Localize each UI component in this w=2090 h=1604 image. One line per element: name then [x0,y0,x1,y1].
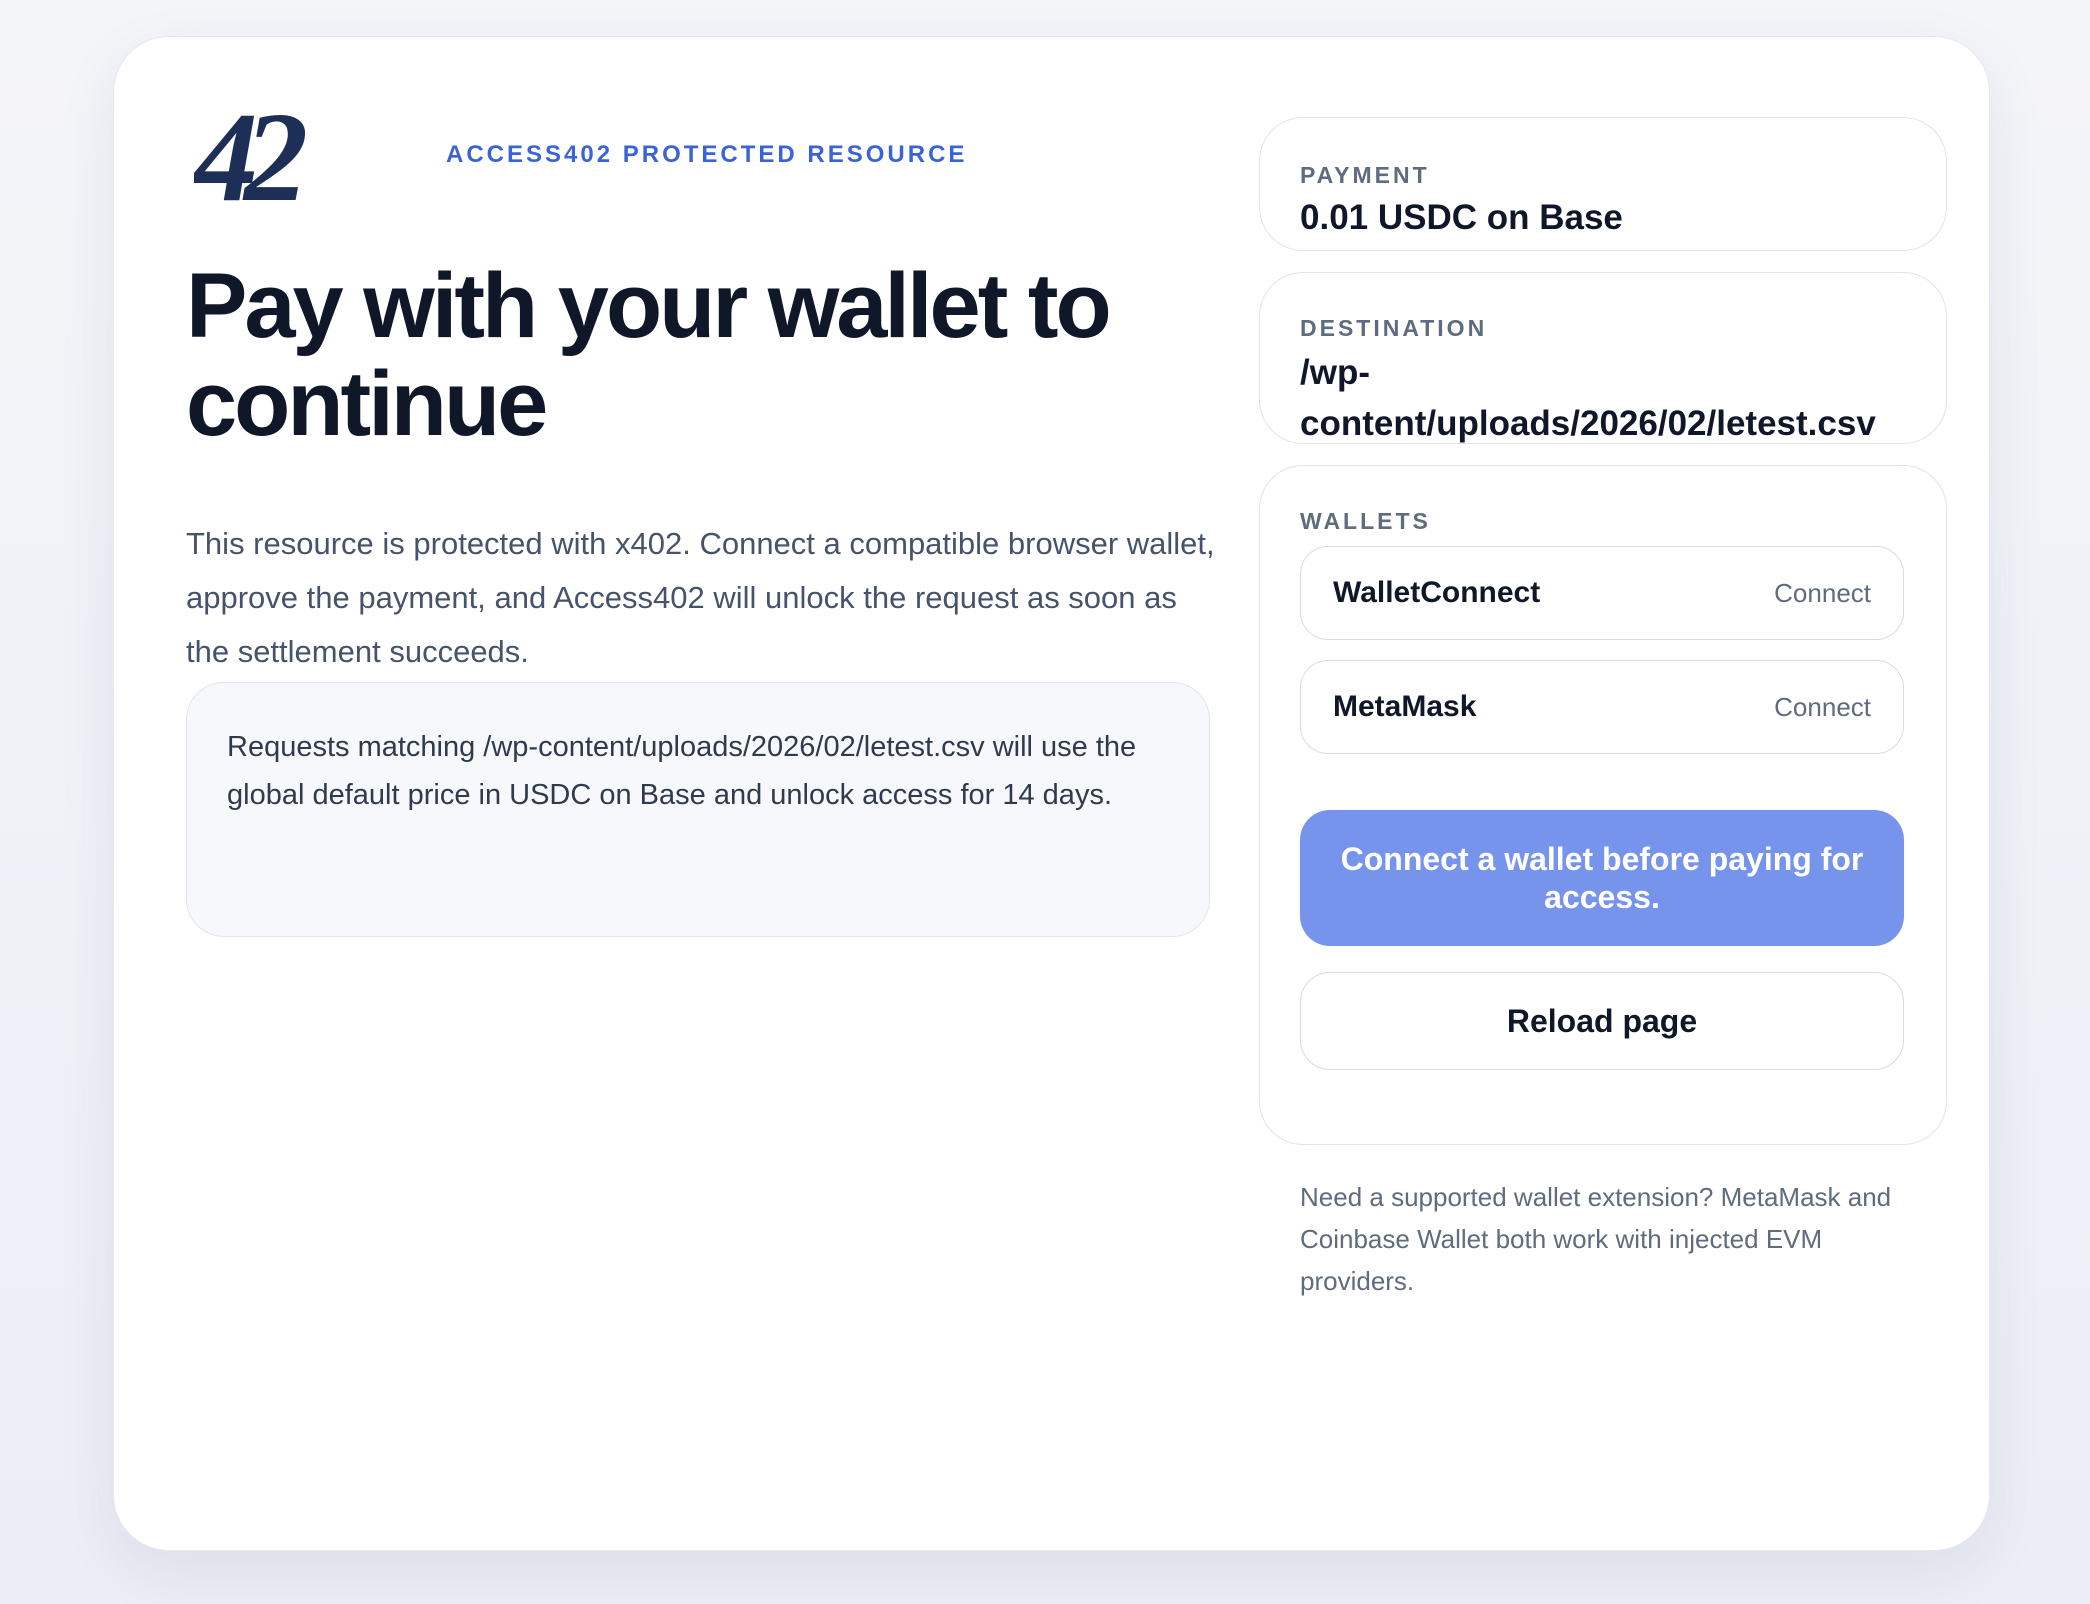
wallets-label: WALLETS [1300,508,1431,534]
reload-button[interactable]: Reload page [1300,972,1904,1070]
wallets-panel: WALLETS WalletConnect Connect MetaMask C… [1259,465,1947,1296]
wallet-name: WalletConnect [1333,576,1541,609]
svg-text:42: 42 [194,95,306,215]
wallet-option-metamask[interactable]: MetaMask Connect [1300,660,1904,754]
page-title: Pay with your wallet to continue [186,255,1112,455]
payment-value: 0.01 USDC on Base [1300,198,1623,237]
destination-label: DESTINATION [1300,315,1488,341]
wallet-connect-label: Connect [1774,691,1871,722]
destination-panel: DESTINATION /wp-content/uploads/2026/02/… [1259,272,1947,444]
pay-button[interactable]: Connect a wallet before paying for acces… [1300,810,1904,946]
wallet-help-text: Need a supported wallet extension? MetaM… [1300,1182,1892,1296]
wallet-name: MetaMask [1333,690,1477,723]
payment-label: PAYMENT [1300,162,1430,188]
wallet-option-walletconnect[interactable]: WalletConnect Connect [1300,546,1904,640]
destination-value: /wp-content/uploads/2026/02/letest.csv [1300,353,1876,443]
intro-text: This resource is protected with x402. Co… [186,526,1215,669]
wallet-connect-label: Connect [1774,577,1871,608]
payment-panel: PAYMENT 0.01 USDC on Base [1259,117,1947,251]
pricing-notice: Requests matching /wp-content/uploads/20… [186,682,1210,937]
access402-logo: 42 [194,95,320,215]
page-kicker: ACCESS402 PROTECTED RESOURCE [446,141,968,168]
payment-card: 42 ACCESS402 PROTECTED RESOURCE Pay with… [113,36,1990,1551]
